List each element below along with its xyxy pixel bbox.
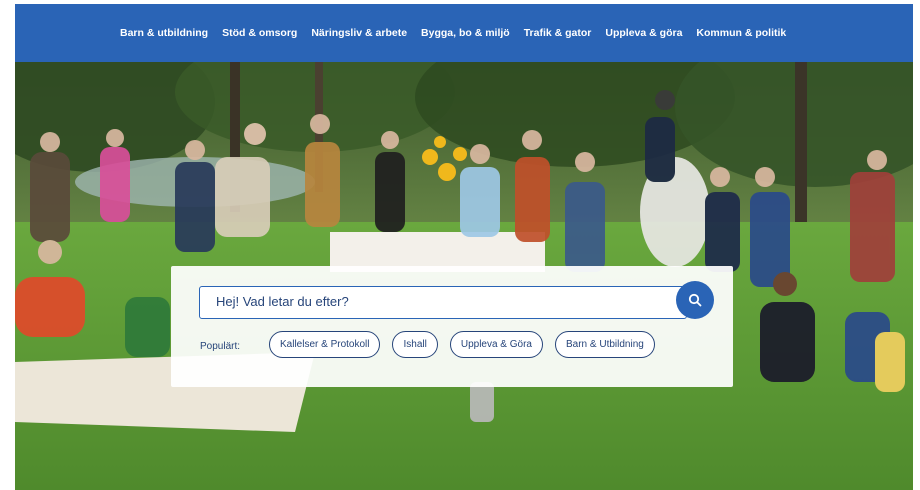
search-input[interactable]	[216, 294, 656, 309]
chip-kallelser-protokoll[interactable]: Kallelser & Protokoll	[269, 331, 381, 358]
nav-item-barn-utbildning[interactable]: Barn & utbildning	[120, 27, 208, 39]
chip-uppleva-gora[interactable]: Uppleva & Göra	[449, 331, 543, 358]
chip-barn-utbildning[interactable]: Barn & Utbildning	[555, 331, 655, 358]
nav-item-stod-omsorg[interactable]: Stöd & omsorg	[222, 27, 297, 39]
search-button[interactable]	[676, 281, 714, 319]
nav-item-naringsliv-arbete[interactable]: Näringsliv & arbete	[311, 27, 407, 39]
nav-item-uppleva-gora[interactable]: Uppleva & göra	[605, 27, 682, 39]
nav-item-bygga-bo-miljo[interactable]: Bygga, bo & miljö	[421, 27, 510, 39]
search-icon	[688, 293, 702, 307]
nav-item-trafik-gator[interactable]: Trafik & gator	[524, 27, 592, 39]
search-field[interactable]	[199, 286, 687, 319]
nav-item-kommun-politik[interactable]: Kommun & politik	[696, 27, 786, 39]
popular-label: Populärt:	[200, 341, 241, 352]
hero-image: Populärt: Kallelser & Protokoll Ishall U…	[15, 62, 913, 490]
chip-ishall[interactable]: Ishall	[392, 331, 438, 358]
popular-chips: Kallelser & Protokoll Ishall Uppleva & G…	[269, 331, 667, 358]
main-navigation: Barn & utbildning Stöd & omsorg Näringsl…	[15, 4, 913, 62]
search-panel: Populärt: Kallelser & Protokoll Ishall U…	[171, 266, 733, 387]
nav-menu: Barn & utbildning Stöd & omsorg Näringsl…	[120, 4, 800, 62]
